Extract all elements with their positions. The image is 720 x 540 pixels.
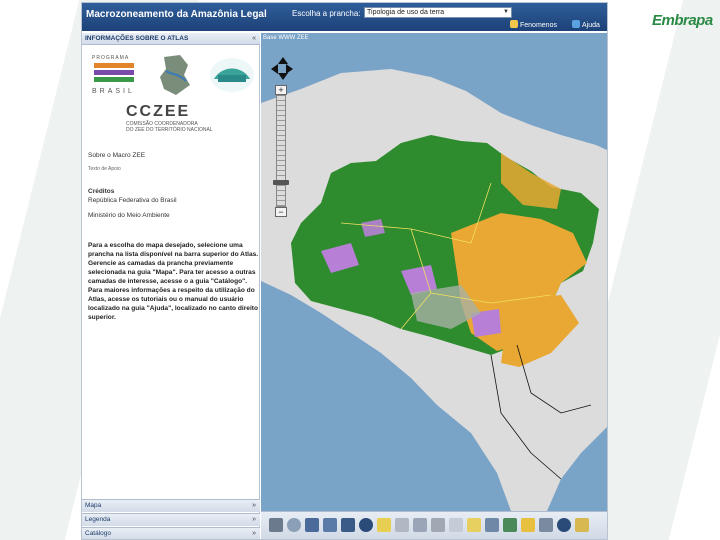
zee-brasil-logo: PROGRAMA BRASIL bbox=[92, 55, 135, 95]
highlight-icon[interactable] bbox=[467, 518, 481, 532]
zoom-slider[interactable] bbox=[276, 95, 286, 207]
title-bar: Macrozoneamento da Amazônia Legal Escolh… bbox=[82, 3, 607, 31]
amazonia-map-logo bbox=[160, 55, 190, 95]
settings-icon[interactable] bbox=[575, 518, 589, 532]
instructions-text: Para a escolha do mapa desejado, selecio… bbox=[88, 242, 259, 321]
about-icon[interactable] bbox=[557, 518, 571, 532]
fenomenos-link[interactable]: Fenomenos bbox=[510, 20, 557, 29]
map-toolbar bbox=[261, 511, 607, 539]
next-extent-icon[interactable] bbox=[341, 518, 355, 532]
atlas-window: Macrozoneamento da Amazônia Legal Escolh… bbox=[81, 2, 608, 540]
accordion-catalogo[interactable]: Catálogo» bbox=[82, 527, 260, 539]
pan-down-icon[interactable] bbox=[278, 73, 288, 80]
measure-icon[interactable] bbox=[431, 518, 445, 532]
ruler-icon[interactable] bbox=[395, 518, 409, 532]
prancha-select-value: Tipologia de uso da terra bbox=[367, 9, 445, 16]
zoom-in-button[interactable]: + bbox=[275, 85, 287, 95]
expand-icon: » bbox=[252, 530, 256, 537]
prancha-select[interactable]: Tipologia de uso da terra ▼ bbox=[364, 7, 512, 18]
print-icon[interactable] bbox=[539, 518, 553, 532]
credits-line-1: República Federativa do Brasil bbox=[88, 197, 177, 204]
globe-icon[interactable] bbox=[503, 518, 517, 532]
zoom-box-icon[interactable] bbox=[287, 518, 301, 532]
cczee-logo: CCZEE COMISSÃO COORDENADORA DO ZEE DO TE… bbox=[126, 103, 213, 133]
map-base-label: Base WWW ZEE bbox=[263, 35, 309, 41]
chevron-down-icon: ▼ bbox=[503, 9, 509, 15]
credits-line-2: Ministério do Meio Ambiente bbox=[88, 212, 170, 219]
select-icon[interactable] bbox=[485, 518, 499, 532]
info-panel: INFORMAÇÕES SOBRE O ATLAS « PROGRAMA BRA… bbox=[82, 33, 260, 539]
full-extent-icon[interactable] bbox=[305, 518, 319, 532]
help-link[interactable]: Ajuda bbox=[572, 20, 600, 29]
accordion-mapa[interactable]: Mapa» bbox=[82, 499, 260, 512]
about-title[interactable]: Sobre o Macro ZEE bbox=[88, 151, 258, 160]
star-icon[interactable] bbox=[521, 518, 535, 532]
expand-icon: » bbox=[252, 516, 256, 523]
zoom-out-button[interactable]: − bbox=[275, 207, 287, 217]
credits-title: Créditos bbox=[88, 188, 115, 195]
collapse-icon[interactable]: « bbox=[252, 33, 256, 45]
zoom-slider-thumb[interactable] bbox=[273, 180, 289, 185]
macrozee-amazonia-logo bbox=[210, 58, 254, 92]
partner-logos: PROGRAMA BRASIL CCZEE COMISSÃO COORDENAD… bbox=[88, 49, 256, 141]
previous-extent-icon[interactable] bbox=[323, 518, 337, 532]
hand-pan-icon[interactable] bbox=[269, 518, 283, 532]
embrapa-logo-text: Embrapa bbox=[652, 12, 713, 29]
zee-logo-bars bbox=[94, 63, 134, 85]
map-canvas[interactable]: Base WWW ZEE + − bbox=[261, 33, 607, 511]
comment-icon[interactable] bbox=[377, 518, 391, 532]
map-svg bbox=[261, 69, 607, 511]
table-icon[interactable] bbox=[449, 518, 463, 532]
info-panel-header[interactable]: INFORMAÇÕES SOBRE O ATLAS « bbox=[82, 33, 260, 45]
accordion-legenda[interactable]: Legenda» bbox=[82, 513, 260, 526]
app-title: Macrozoneamento da Amazônia Legal bbox=[86, 9, 267, 20]
expand-icon: » bbox=[252, 502, 256, 509]
help-icon bbox=[572, 20, 580, 28]
info-icon[interactable] bbox=[359, 518, 373, 532]
pan-control[interactable] bbox=[271, 57, 295, 81]
embrapa-logo: Embrapa bbox=[650, 10, 713, 34]
layers-icon bbox=[510, 20, 518, 28]
pan-left-icon[interactable] bbox=[271, 64, 278, 74]
scale-icon[interactable] bbox=[413, 518, 427, 532]
about-subtitle[interactable]: Texto de Apoio bbox=[88, 165, 258, 174]
pan-up-icon[interactable] bbox=[278, 57, 288, 64]
prancha-label: Escolha a prancha: bbox=[292, 9, 361, 18]
